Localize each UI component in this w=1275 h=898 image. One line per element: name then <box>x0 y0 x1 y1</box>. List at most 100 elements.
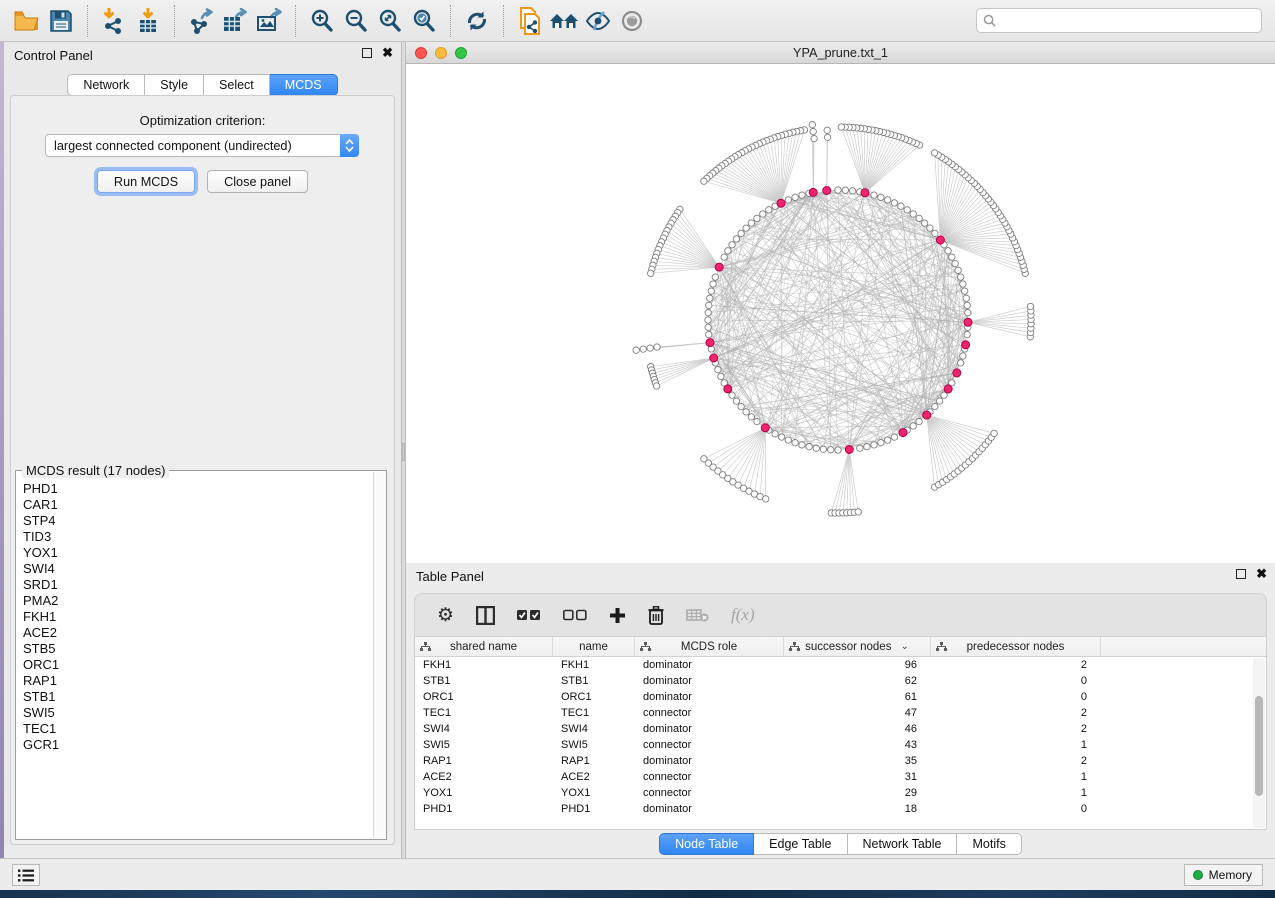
column-header-mcds-role[interactable]: MCDS role <box>635 637 784 656</box>
mcds-result-item[interactable]: PMA2 <box>23 593 372 609</box>
show-graphics-preview-icon[interactable] <box>615 5 649 37</box>
mcds-result-item[interactable]: SWI4 <box>23 561 372 577</box>
float-table-panel-icon[interactable] <box>1236 569 1246 579</box>
table-row[interactable]: ACE2ACE2connector311 <box>415 769 1266 785</box>
float-panel-icon[interactable] <box>362 48 372 58</box>
export-image-icon[interactable] <box>252 5 286 37</box>
table-cell: YOX1 <box>553 785 635 801</box>
tab-select[interactable]: Select <box>204 74 270 96</box>
mcds-result-item[interactable]: TEC1 <box>23 721 372 737</box>
tab-motifs[interactable]: Motifs <box>957 833 1021 855</box>
table-cell-filler <box>1101 785 1266 801</box>
table-cell: 2 <box>931 721 1101 737</box>
refresh-layout-icon[interactable] <box>460 5 494 37</box>
table-row[interactable]: SWI4SWI4dominator462 <box>415 721 1266 737</box>
tab-edge-table[interactable]: Edge Table <box>754 833 847 855</box>
import-network-icon[interactable] <box>97 5 131 37</box>
mcds-result-item[interactable]: PHD1 <box>23 481 372 497</box>
mcds-result-list[interactable]: PHD1CAR1STP4TID3YOX1SWI4SRD1PMA2FKH1ACE2… <box>16 479 372 838</box>
table-cell-filler <box>1101 673 1266 689</box>
table-row[interactable]: SWI5SWI5connector431 <box>415 737 1266 753</box>
hide-graphics-details-icon[interactable] <box>581 5 615 37</box>
mcds-result-item[interactable]: YOX1 <box>23 545 372 561</box>
column-header-predecessor-nodes[interactable]: predecessor nodes <box>931 637 1101 656</box>
table-cell: PHD1 <box>415 801 553 817</box>
close-table-panel-icon[interactable]: ✖ <box>1256 569 1267 579</box>
zoom-selected-icon[interactable] <box>407 5 441 37</box>
table-row[interactable]: ORC1ORC1dominator610 <box>415 689 1266 705</box>
network-column-icon <box>936 642 947 655</box>
table-panel: Table Panel ✖ ⚙ <box>406 563 1275 858</box>
close-window-icon[interactable] <box>415 47 427 59</box>
table-row[interactable]: PHD1PHD1dominator180 <box>415 801 1266 817</box>
select-all-columns-icon[interactable] <box>517 609 541 621</box>
export-table-icon[interactable] <box>218 5 252 37</box>
search-input[interactable] <box>1001 14 1255 28</box>
mcds-result-item[interactable]: CAR1 <box>23 497 372 513</box>
create-column-icon[interactable] <box>609 607 626 624</box>
mcds-result-item[interactable]: STB1 <box>23 689 372 705</box>
open-file-icon[interactable] <box>10 5 44 37</box>
network-view-canvas[interactable] <box>406 64 1275 563</box>
mcds-result-item[interactable]: SRD1 <box>23 577 372 593</box>
run-mcds-button[interactable]: Run MCDS <box>97 170 195 193</box>
tab-network[interactable]: Network <box>67 74 145 96</box>
network-home-icon[interactable] <box>547 5 581 37</box>
export-network-icon[interactable] <box>184 5 218 37</box>
status-bar: Memory <box>0 858 1275 890</box>
table-settings-gear-icon[interactable]: ⚙ <box>437 606 454 625</box>
mcds-result-item[interactable]: ORC1 <box>23 657 372 673</box>
mcds-result-item[interactable]: ACE2 <box>23 625 372 641</box>
minimize-window-icon[interactable] <box>435 47 447 59</box>
mcds-result-item[interactable]: STP4 <box>23 513 372 529</box>
close-panel-icon[interactable]: ✖ <box>382 48 393 58</box>
sort-chevron-icon[interactable]: ⌄ <box>900 641 908 652</box>
application-window: Control Panel ✖ Network Style Select MCD… <box>0 0 1275 898</box>
table-scrollbar[interactable] <box>1253 658 1265 828</box>
table-cell: 1 <box>931 737 1101 753</box>
scrollbar-thumb[interactable] <box>1255 696 1263 796</box>
clone-network-icon[interactable] <box>513 5 547 37</box>
column-header-shared-name[interactable]: shared name <box>415 637 553 656</box>
import-table-icon[interactable] <box>131 5 165 37</box>
tab-node-table[interactable]: Node Table <box>659 833 754 855</box>
splitter-grip[interactable] <box>402 443 405 461</box>
network-graph[interactable] <box>406 64 1275 563</box>
table-cell: STB1 <box>553 673 635 689</box>
column-header-successor-nodes[interactable]: successor nodes ⌄ <box>784 637 931 656</box>
tab-mcds[interactable]: MCDS <box>270 74 338 96</box>
table-row[interactable]: TEC1TEC1connector472 <box>415 705 1266 721</box>
zoom-fit-icon[interactable] <box>373 5 407 37</box>
mcds-list-scrollbar[interactable] <box>373 472 386 838</box>
zoom-in-icon[interactable] <box>305 5 339 37</box>
tab-style[interactable]: Style <box>145 74 204 96</box>
save-session-icon[interactable] <box>44 5 78 37</box>
table-row[interactable]: RAP1RAP1dominator352 <box>415 753 1266 769</box>
zoom-out-icon[interactable] <box>339 5 373 37</box>
search-box[interactable] <box>976 8 1262 33</box>
table-row[interactable]: FKH1FKH1dominator962 <box>415 657 1266 673</box>
table-cell: 2 <box>931 657 1101 673</box>
mcds-result-item[interactable]: STB5 <box>23 641 372 657</box>
delete-column-icon[interactable] <box>648 606 664 625</box>
window-controls <box>415 47 467 59</box>
table-cell-filler <box>1101 657 1266 673</box>
table-row[interactable]: STB1STB1dominator620 <box>415 673 1266 689</box>
mcds-result-item[interactable]: GCR1 <box>23 737 372 753</box>
maximize-window-icon[interactable] <box>455 47 467 59</box>
memory-button[interactable]: Memory <box>1184 864 1263 886</box>
column-header-name[interactable]: name <box>553 637 635 656</box>
mcds-result-item[interactable]: FKH1 <box>23 609 372 625</box>
control-panel-title: Control Panel <box>14 48 93 63</box>
task-history-button[interactable] <box>12 864 40 886</box>
optimization-criterion-select[interactable]: largest connected component (undirected) <box>45 134 359 157</box>
network-window-titlebar[interactable]: YPA_prune.txt_1 <box>406 42 1275 64</box>
mcds-result-item[interactable]: TID3 <box>23 529 372 545</box>
tab-network-table[interactable]: Network Table <box>848 833 958 855</box>
deselect-all-columns-icon[interactable] <box>563 609 587 621</box>
mcds-result-item[interactable]: RAP1 <box>23 673 372 689</box>
toggle-panel-layout-icon[interactable] <box>476 606 495 625</box>
mcds-result-item[interactable]: SWI5 <box>23 705 372 721</box>
close-panel-button[interactable]: Close panel <box>207 170 308 193</box>
table-row[interactable]: YOX1YOX1connector291 <box>415 785 1266 801</box>
